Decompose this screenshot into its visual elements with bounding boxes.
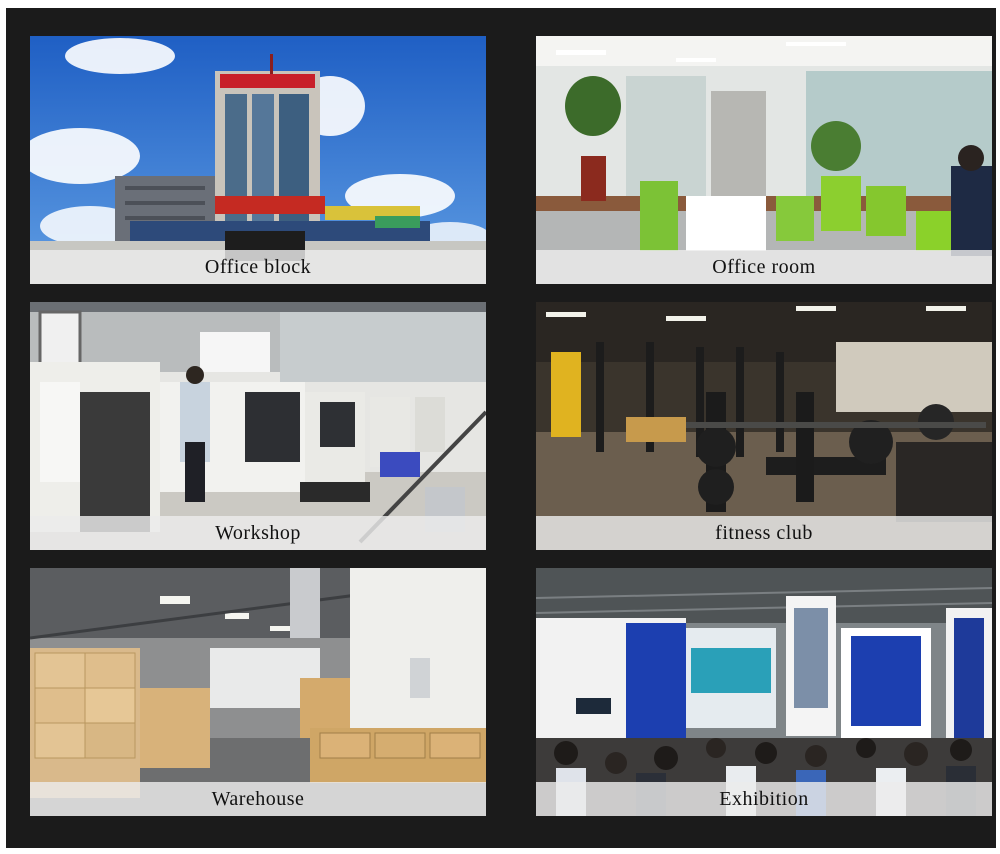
exhibition-photo — [536, 568, 992, 816]
photo-tile-office-room: Office room — [536, 36, 992, 284]
photo-tile-office-block: Office block — [30, 36, 486, 284]
photo-tile-exhibition: Exhibition — [536, 568, 992, 816]
photo-collage-frame: Office block Office room Workshop fitnes… — [6, 8, 996, 848]
warehouse-photo — [30, 568, 486, 816]
photo-tile-fitness-club: fitness club — [536, 302, 992, 550]
workshop-photo — [30, 302, 486, 550]
fitness-club-photo — [536, 302, 992, 550]
tile-caption: Office room — [536, 250, 992, 284]
tile-caption: Exhibition — [536, 782, 992, 816]
tile-caption: fitness club — [536, 516, 992, 550]
photo-tile-workshop: Workshop — [30, 302, 486, 550]
tile-caption: Workshop — [30, 516, 486, 550]
office-room-photo — [536, 36, 992, 284]
photo-grid: Office block Office room Workshop fitnes… — [30, 36, 992, 816]
tile-caption: Office block — [30, 250, 486, 284]
photo-tile-warehouse: Warehouse — [30, 568, 486, 816]
tile-caption: Warehouse — [30, 782, 486, 816]
office-block-photo — [30, 36, 486, 284]
